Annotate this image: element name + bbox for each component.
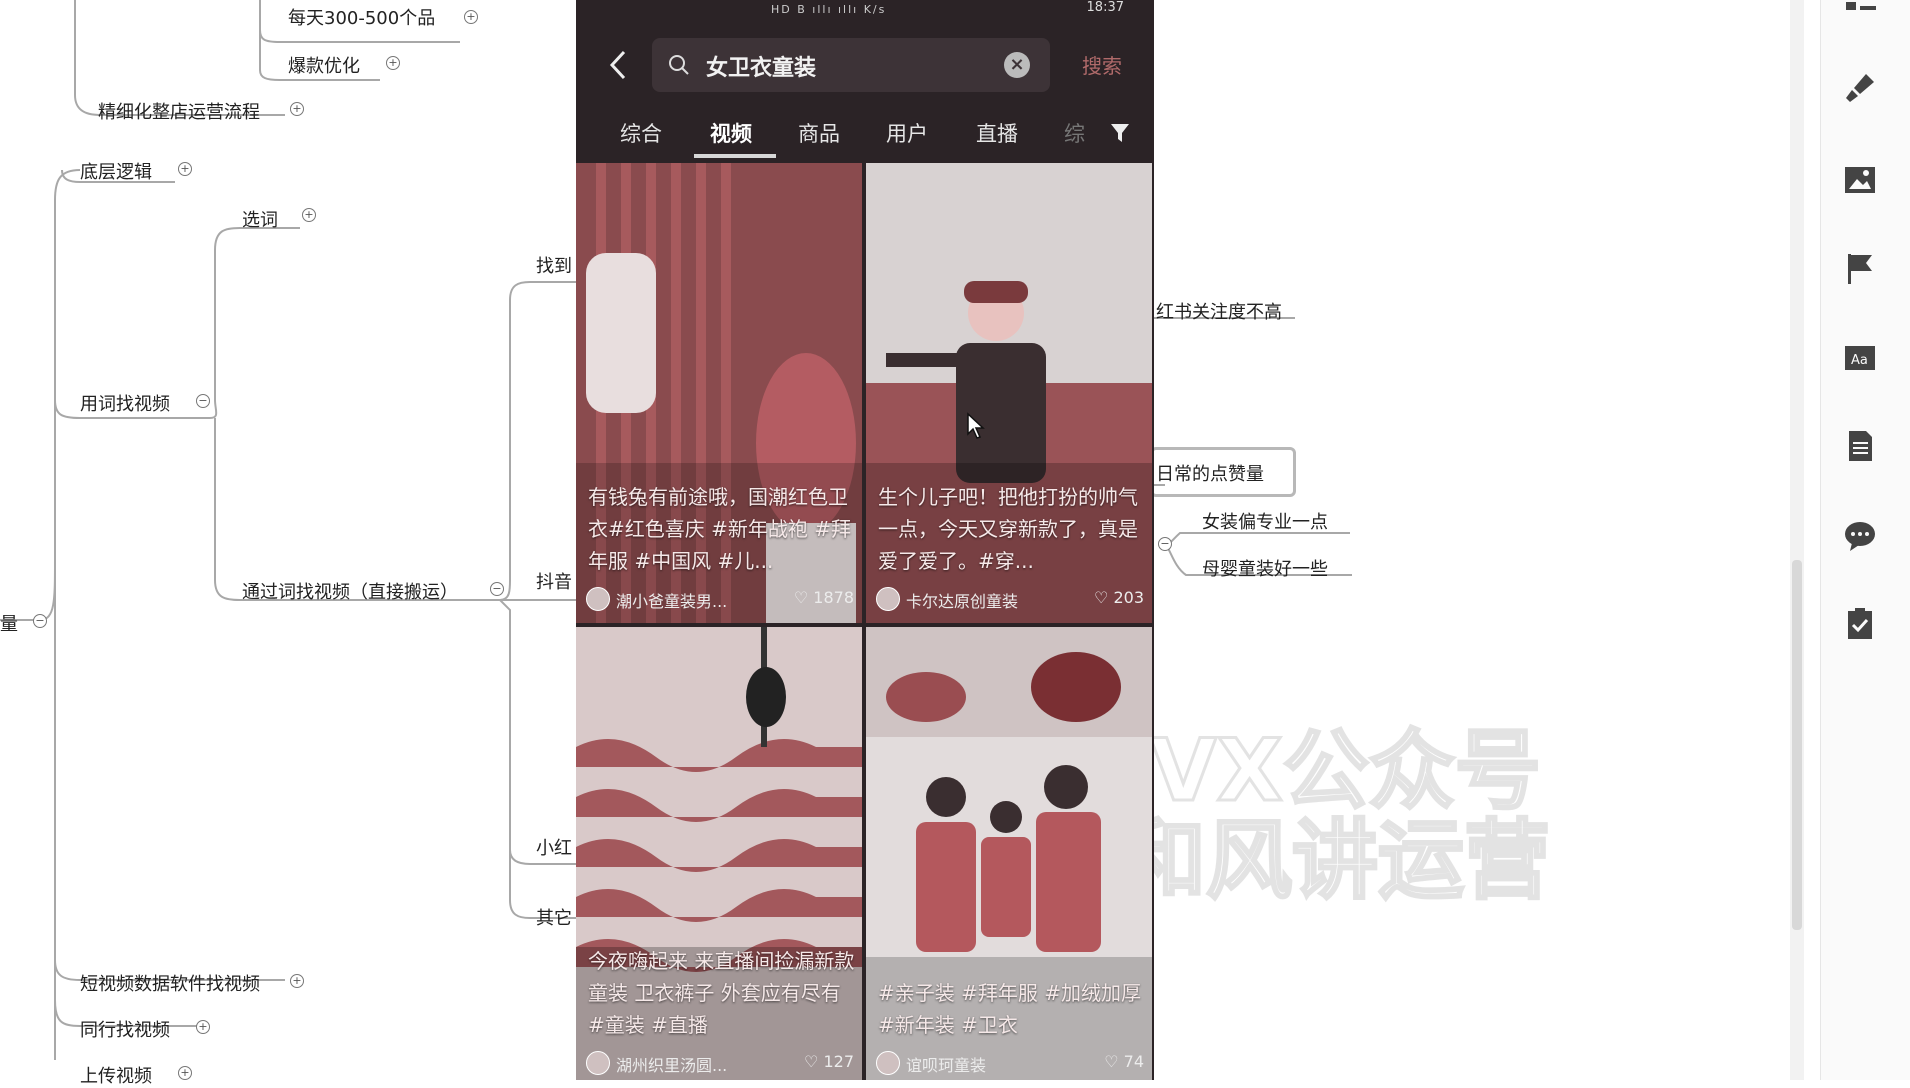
task-icon[interactable] (1842, 606, 1878, 642)
avatar[interactable] (876, 587, 900, 611)
video-card[interactable]: 生个儿子吧！把他打扮的帅气一点，今天又穿新款了，真是爱了爱了。#穿... 卡尔达… (866, 163, 1152, 623)
active-tab-indicator (694, 154, 776, 158)
mm-node-women-pro[interactable]: 女装偏专业一点 (1202, 508, 1328, 534)
text-style-icon[interactable]: Aa (1842, 340, 1878, 376)
search-bar: 女卫衣童装 × 搜索 (576, 30, 1154, 100)
expand-icon[interactable]: + (196, 1020, 210, 1034)
search-icon (668, 54, 690, 76)
canvas-scrollbar[interactable] (1790, 0, 1804, 1080)
mm-node-root-partial[interactable]: 量 (0, 610, 18, 636)
tab-users[interactable]: 用户 (886, 118, 928, 148)
video-caption: #亲子装 #拜年服 #加绒加厚 #新年装 #卫衣 (878, 981, 1141, 1037)
video-meta: 潮小爸童装男... ♡ 1878 (586, 583, 858, 613)
search-button[interactable]: 搜索 (1082, 50, 1122, 79)
brush-icon[interactable] (1842, 70, 1878, 106)
tab-more[interactable]: 综 (1064, 118, 1085, 148)
like-count[interactable]: ♡ 74 (1104, 1052, 1144, 1071)
mm-node-daily-items[interactable]: 每天300-500个品 (288, 4, 435, 30)
collapse-icon[interactable]: − (33, 614, 47, 628)
structure-icon[interactable] (1842, 0, 1878, 36)
clear-search-icon[interactable]: × (1004, 52, 1030, 78)
collapse-icon[interactable]: − (490, 582, 504, 596)
mouse-cursor-icon (967, 412, 985, 439)
image-icon[interactable] (1842, 162, 1878, 198)
mm-node-baby-better[interactable]: 母婴童装好一些 (1202, 555, 1328, 581)
mm-node-peer-video[interactable]: 同行找视频 (80, 1016, 170, 1042)
video-caption: 有钱兔有前途哦，国潮红色卫衣#红色喜庆 #新年战袍 #拜年服 #中国风 #儿..… (588, 485, 851, 573)
svg-text:Aa: Aa (1851, 353, 1868, 368)
expand-icon[interactable]: + (178, 1066, 192, 1080)
status-time: 18:37 (1086, 0, 1124, 15)
author-name[interactable]: 湖州织里汤圆... (616, 1052, 766, 1076)
expand-icon[interactable]: + (302, 208, 316, 222)
expand-icon[interactable]: + (178, 162, 192, 176)
note-icon[interactable] (1842, 428, 1878, 464)
video-card[interactable]: 有钱兔有前途哦，国潮红色卫衣#红色喜庆 #新年战袍 #拜年服 #中国风 #儿..… (576, 163, 862, 623)
phone-screen: HD B ıllı ıllı K/s 18:37 女卫衣童装 × 搜索 综合 视… (576, 0, 1154, 1080)
collapse-icon[interactable]: − (1158, 537, 1172, 551)
mm-node-other[interactable]: 其它 (536, 904, 572, 930)
expand-icon[interactable]: + (290, 102, 304, 116)
author-name[interactable]: 谊呗珂童装 (906, 1052, 1056, 1076)
status-bar: HD B ıllı ıllı K/s 18:37 (576, 0, 1154, 18)
result-tabs: 综合 视频 商品 用户 直播 综 (576, 108, 1154, 160)
avatar[interactable] (876, 1051, 900, 1075)
video-card[interactable]: 今夜嗨起来 来直播间捡漏新款童装 卫衣裤子 外套应有尽有 #童装 #直播 湖州织… (576, 627, 862, 1080)
mm-node-hot-optimize[interactable]: 爆款优化 (288, 52, 360, 78)
filter-icon[interactable] (1110, 122, 1130, 144)
like-count[interactable]: ♡ 1878 (794, 588, 854, 607)
mm-node-upload-video[interactable]: 上传视频 (80, 1062, 152, 1088)
search-query[interactable]: 女卫衣童装 (706, 50, 816, 82)
video-card[interactable]: #亲子装 #拜年服 #加绒加厚 #新年装 #卫衣 谊呗珂童装 ♡ 74 (866, 627, 1152, 1080)
video-meta: 卡尔达原创童装 ♡ 203 (876, 583, 1148, 613)
video-caption: 生个儿子吧！把他打扮的帅气一点，今天又穿新款了，真是爱了爱了。#穿... (878, 485, 1138, 573)
tab-video[interactable]: 视频 (710, 118, 752, 148)
video-grid: 有钱兔有前途哦，国潮红色卫衣#红色喜庆 #新年战袍 #拜年服 #中国风 #儿..… (576, 163, 1154, 1080)
mm-node-xiaohongshu[interactable]: 小红 (536, 834, 572, 860)
avatar[interactable] (586, 1051, 610, 1075)
watermark-line-2: 和风讲运营 (1119, 810, 1552, 913)
mm-node-find-partial[interactable]: 找到 (536, 252, 572, 278)
back-arrow-icon[interactable] (604, 48, 634, 82)
scrollbar-thumb[interactable] (1792, 560, 1802, 930)
mm-node-douyin[interactable]: 抖音 (536, 568, 572, 594)
expand-icon[interactable]: + (386, 56, 400, 70)
search-input[interactable]: 女卫衣童装 × (652, 38, 1050, 92)
video-meta: 湖州织里汤圆... ♡ 127 (586, 1047, 858, 1077)
video-meta: 谊呗珂童装 ♡ 74 (876, 1047, 1148, 1077)
video-caption: 今夜嗨起来 来直播间捡漏新款童装 卫衣裤子 外套应有尽有 #童装 #直播 (588, 949, 855, 1037)
mm-node-choose-words[interactable]: 选词 (242, 206, 278, 232)
mm-node-base-logic[interactable]: 底层逻辑 (80, 158, 152, 184)
mm-node-short-video-tool[interactable]: 短视频数据软件找视频 (80, 970, 260, 996)
like-count[interactable]: ♡ 127 (804, 1052, 854, 1071)
mm-node-find-via-word-direct[interactable]: 通过词找视频（直接搬运） (242, 578, 458, 604)
comment-icon[interactable] (1842, 518, 1878, 554)
tab-live[interactable]: 直播 (976, 118, 1018, 148)
tab-products[interactable]: 商品 (798, 118, 840, 148)
mm-node-find-by-word[interactable]: 用词找视频 (80, 390, 170, 416)
avatar[interactable] (586, 587, 610, 611)
signal-indicators: HD B ıllı ıllı K/s (771, 3, 887, 16)
author-name[interactable]: 卡尔达原创童装 (906, 588, 1056, 612)
flag-icon[interactable] (1842, 250, 1878, 286)
expand-icon[interactable]: + (290, 974, 304, 988)
author-name[interactable]: 潮小爸童装男... (616, 588, 766, 612)
mm-node-daily-likes[interactable]: 日常的点赞量 (1156, 460, 1264, 486)
mm-node-xhs-low[interactable]: 红书关注度不高 (1156, 298, 1282, 324)
like-count[interactable]: ♡ 203 (1094, 588, 1144, 607)
tab-comprehensive[interactable]: 综合 (620, 118, 662, 148)
mm-node-fine-ops[interactable]: 精细化整店运营流程 (98, 98, 260, 124)
collapse-icon[interactable]: − (196, 394, 210, 408)
expand-icon[interactable]: + (464, 10, 478, 24)
